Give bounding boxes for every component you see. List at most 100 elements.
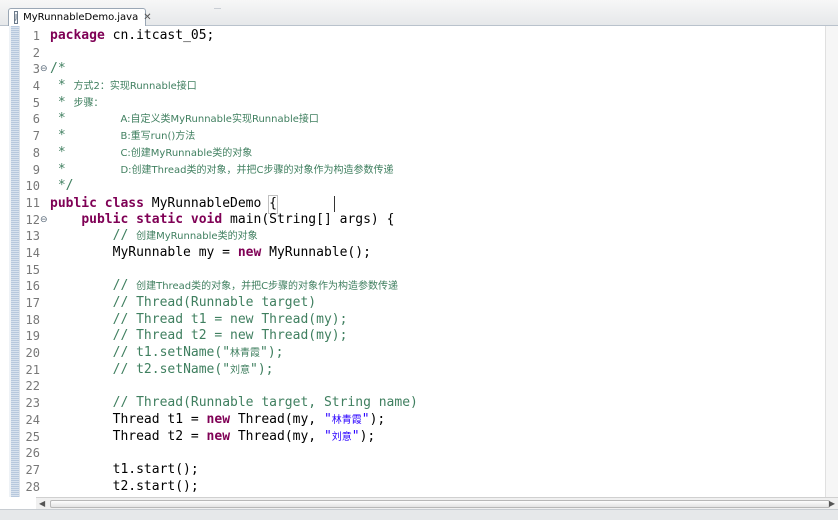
code-line[interactable]: 28 t2.start();: [20, 479, 838, 496]
code-token: ": [361, 411, 370, 427]
code-line[interactable]: 27 t1.start();: [20, 462, 838, 479]
code-line[interactable]: 16 // 创建Thread类的对象，并把C步骤的对象作为构造参数传递: [20, 278, 838, 295]
code-token: ");: [250, 361, 274, 377]
line-number: 18: [25, 312, 40, 327]
code-line[interactable]: 13 // 创建MyRunnable类的对象: [20, 228, 838, 245]
fold-collapse-icon[interactable]: ⊖: [40, 212, 48, 229]
code-line[interactable]: 8 * C:创建MyRunnable类的对象: [20, 145, 838, 162]
code-token: MyRunnableDemo: [143, 195, 270, 211]
code-token: 刘意: [331, 431, 352, 443]
line-number: 15: [25, 262, 40, 277]
code-token: // Thread t1 = new Thread(my);: [112, 311, 348, 327]
code-token: Thread(my,: [230, 428, 324, 444]
scrollbar-thumb[interactable]: [50, 500, 830, 508]
code-line[interactable]: 17 // Thread(Runnable target): [20, 295, 838, 312]
code-token: // Thread(Runnable target, String name): [112, 395, 418, 411]
code-token: new: [237, 244, 262, 260]
code-token: Thread(my,: [230, 411, 324, 427]
code-token: cn.itcast_05;: [104, 28, 215, 43]
code-text: * 步骤：: [50, 94, 104, 113]
code-text: * C:创建MyRunnable类的对象: [50, 145, 252, 163]
scroll-right-icon[interactable]: ▶: [829, 499, 835, 508]
code-line[interactable]: 1 package cn.itcast_05;: [20, 28, 838, 45]
code-line[interactable]: 19 // Thread t2 = new Thread(my);: [20, 328, 838, 345]
overview-ruler[interactable]: [825, 26, 838, 497]
code-token: main(String[] args) {: [222, 211, 395, 227]
code-token: B:重写run()方法: [120, 131, 196, 143]
line-number: 10: [25, 179, 40, 194]
code-text: t1.start();: [50, 462, 199, 479]
code-line[interactable]: 10 */: [20, 178, 838, 195]
code-token: */: [50, 178, 74, 194]
code-line[interactable]: 15: [20, 262, 838, 279]
code-line[interactable]: 7 * B:重写run()方法: [20, 128, 838, 145]
code-text: * A:自定义类MyRunnable实现Runnable接口: [50, 111, 319, 129]
code-token: 方式2：实现Runnable接口: [73, 81, 197, 93]
code-text: // t1.setName("林青霞");: [50, 345, 284, 363]
code-line[interactable]: 4 * 方式2：实现Runnable接口: [20, 78, 838, 95]
code-line[interactable]: 20 // t1.setName("林青霞");: [20, 345, 838, 362]
code-text: t2.start();: [50, 479, 199, 496]
code-line[interactable]: 23 // Thread(Runnable target, String nam…: [20, 395, 838, 412]
fold-collapse-icon[interactable]: ⊖: [40, 61, 48, 78]
code-line[interactable]: 24 Thread t1 = new Thread(my, "林青霞");: [20, 412, 838, 429]
code-token: 林青霞: [230, 348, 261, 360]
line-number: 5: [32, 95, 40, 110]
status-bar: [0, 509, 838, 520]
code-line[interactable]: 14 MyRunnable my = new MyRunnable();: [20, 245, 838, 262]
code-token: ");: [260, 345, 284, 361]
code-line[interactable]: 9 * D:创建Thread类的对象，并把C步骤的对象作为构造参数传递: [20, 162, 838, 179]
code-text: MyRunnable my = new MyRunnable();: [50, 245, 371, 262]
code-token: 林青霞: [331, 414, 362, 426]
code-line[interactable]: 5 * 步骤：: [20, 95, 838, 112]
code-token: void: [190, 211, 223, 227]
editor-tab-myrunnabledemo[interactable]: J MyRunnableDemo.java ✕: [8, 8, 152, 26]
line-number: 27: [25, 462, 40, 477]
code-lines[interactable]: 1 package cn.itcast_05; 2 3 ⊖/* 4 * 方式2：实现Run…: [20, 28, 838, 495]
line-number: 3: [32, 62, 40, 77]
code-line[interactable]: 2: [20, 45, 838, 62]
code-text: * B:重写run()方法: [50, 128, 195, 146]
code-token: *: [50, 144, 121, 160]
code-token: D:创建Thread类的对象，并把C步骤的对象作为构造参数传递: [120, 164, 394, 176]
code-text: * 方式2：实现Runnable接口: [50, 78, 197, 96]
code-line[interactable]: 6 * A:自定义类MyRunnable实现Runnable接口: [20, 111, 838, 128]
code-editor[interactable]: 1 package cn.itcast_05; 2 3 ⊖/* 4 * 方式2：实现Run…: [0, 26, 838, 497]
code-line[interactable]: 21 // t2.setName("刘意");: [20, 362, 838, 379]
scroll-left-icon[interactable]: ◀: [39, 499, 45, 508]
code-token: ": [351, 428, 360, 444]
code-text: package cn.itcast_05;: [50, 28, 214, 45]
editor-tab-bar: J MyRunnableDemo.java ✕: [0, 0, 838, 26]
code-line[interactable]: 25 Thread t2 = new Thread(my, "刘意");: [20, 429, 838, 446]
line-number: 19: [25, 329, 40, 344]
code-token: // t1.setName(": [112, 345, 231, 361]
line-number: 6: [32, 112, 40, 127]
java-file-icon: J: [14, 11, 19, 24]
line-number: 9: [32, 162, 40, 177]
line-number: 23: [25, 396, 40, 411]
line-number: 13: [25, 229, 40, 244]
code-text: // Thread(Runnable target): [50, 295, 317, 312]
code-text: Thread t2 = new Thread(my, "刘意");: [50, 428, 376, 447]
line-number: 4: [32, 79, 40, 94]
code-line[interactable]: 18 // Thread t1 = new Thread(my);: [20, 312, 838, 329]
code-text: */: [50, 178, 74, 195]
code-token: *: [50, 94, 74, 110]
code-line[interactable]: 26: [20, 445, 838, 462]
code-token: ": [323, 411, 332, 427]
code-line[interactable]: 3 ⊖/*: [20, 61, 838, 78]
code-token: static: [136, 211, 184, 227]
code-line[interactable]: 22: [20, 378, 838, 395]
tab-label: MyRunnableDemo.java: [23, 12, 139, 23]
quick-diff-ruler: [11, 26, 19, 497]
code-token: *: [50, 78, 74, 94]
code-line[interactable]: 12 ⊖ public static void main(String[] arg…: [20, 212, 838, 229]
code-token: Thread t1 =: [50, 411, 207, 427]
code-line[interactable]: 11 public class MyRunnableDemo {: [20, 194, 838, 214]
close-icon[interactable]: ✕: [143, 12, 151, 23]
